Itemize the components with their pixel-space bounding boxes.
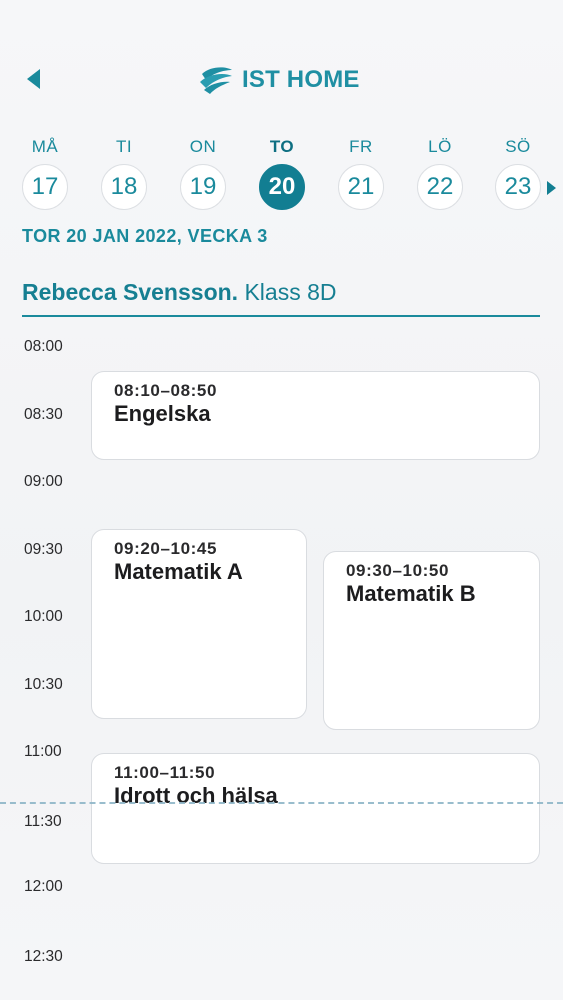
lesson-card-idrott[interactable]: 11:00–11:50 Idrott och hälsa: [91, 753, 540, 864]
lesson-title: Engelska: [114, 401, 211, 426]
time-label: 10:30: [24, 676, 63, 693]
lesson-title: Matematik B: [346, 581, 476, 606]
day-column-mon[interactable]: MÅ 17: [22, 136, 68, 210]
day-column-fri[interactable]: FR 21: [338, 136, 384, 210]
lesson-time: 09:30–10:50: [346, 561, 450, 580]
selected-date-heading: TOR 20 JAN 2022, VECKA 3: [22, 226, 268, 246]
student-name: Rebecca Svensson.: [22, 279, 239, 305]
current-time-indicator: [0, 802, 563, 804]
time-label: 12:30: [24, 948, 63, 965]
day-number-button[interactable]: 22: [417, 164, 463, 210]
lesson-card-engelska[interactable]: 08:10–08:50 Engelska: [91, 371, 540, 460]
student-info: Rebecca Svensson. Klass 8D: [22, 279, 337, 306]
day-number-button[interactable]: 23: [495, 164, 541, 210]
day-number-button[interactable]: 18: [101, 164, 147, 210]
time-label: 08:00: [24, 338, 63, 355]
day-label: FR: [349, 137, 373, 156]
student-divider: [22, 315, 540, 317]
logo-text: IST HOME: [242, 66, 360, 93]
day-column-tue[interactable]: TI 18: [101, 136, 147, 210]
time-label: 09:30: [24, 541, 63, 558]
lesson-time: 11:00–11:50: [114, 763, 216, 782]
lesson-title: Matematik A: [114, 559, 243, 584]
lesson-card-matematik-a[interactable]: 09:20–10:45 Matematik A: [91, 529, 307, 719]
ist-home-logo: IST HOME: [196, 62, 360, 98]
day-label-active: TO: [269, 137, 295, 156]
back-triangle-icon: [27, 69, 40, 89]
day-column-sun[interactable]: SÖ 23: [495, 136, 541, 210]
time-label: 11:00: [24, 743, 62, 760]
time-label: 12:00: [24, 878, 63, 895]
lesson-card-matematik-b[interactable]: 09:30–10:50 Matematik B: [323, 551, 540, 730]
day-number-button[interactable]: 21: [338, 164, 384, 210]
time-label: 09:00: [24, 473, 63, 490]
student-class: Klass 8D: [244, 279, 337, 305]
lesson-title: Idrott och hälsa: [114, 783, 278, 808]
lesson-time: 09:20–10:45: [114, 539, 218, 558]
time-label: 11:30: [24, 813, 62, 830]
time-label: 08:30: [24, 406, 63, 423]
day-label: TI: [115, 137, 133, 156]
day-number-button-selected[interactable]: 20: [259, 164, 305, 210]
day-column-thu[interactable]: TO 20: [259, 136, 305, 210]
day-column-wed[interactable]: ON 19: [180, 136, 226, 210]
day-number-button[interactable]: 19: [180, 164, 226, 210]
day-label: LÖ: [428, 137, 452, 156]
day-column-sat[interactable]: LÖ 22: [417, 136, 463, 210]
lesson-time: 08:10–08:50: [114, 381, 218, 400]
ist-logo-icon: [200, 67, 232, 94]
day-label: SÖ: [505, 137, 531, 156]
next-week-triangle-icon: [547, 181, 556, 195]
next-week-button[interactable]: [544, 179, 558, 197]
back-button[interactable]: [22, 66, 48, 92]
day-label: MÅ: [31, 137, 59, 156]
day-number-button[interactable]: 17: [22, 164, 68, 210]
day-label: ON: [189, 137, 217, 156]
time-label: 10:00: [24, 608, 63, 625]
